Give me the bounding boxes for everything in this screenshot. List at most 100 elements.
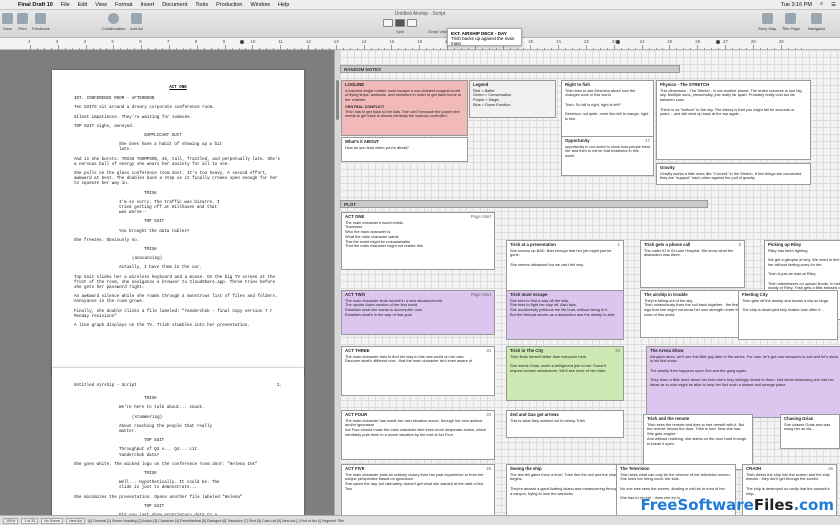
- index-card-act5[interactable]: ACT FIVE 45 The main character pulls an un…: [341, 464, 495, 515]
- menu-tools[interactable]: Tools: [191, 2, 212, 8]
- menu-list-icon[interactable]: ☰: [827, 2, 840, 8]
- dialogue[interactable]: You brought the data tables?: [119, 230, 227, 235]
- index-card-phonecall[interactable]: Trish gets a phone call 5 The caller ID is…: [640, 240, 745, 288]
- card-title-row: Opportunity 17: [565, 138, 650, 144]
- section-plot[interactable]: PLOT: [340, 200, 708, 208]
- index-card-act1[interactable]: ACT ONE Page Start The main character's wo…: [341, 212, 495, 270]
- index-card-arena[interactable]: The Arena Show Alingtion aires, we'll see…: [646, 346, 840, 418]
- index-card-logline[interactable]: LOGLINE A frazzled single mother must esc…: [341, 80, 468, 136]
- character-name[interactable]: TRISH: [144, 248, 282, 253]
- index-card-whatis[interactable]: What's it ABOUT How do you lead when you'…: [341, 137, 468, 162]
- index-card-gravity[interactable]: Gravity Gravity works a little more like …: [656, 163, 811, 185]
- character-name[interactable]: TOP SUIT: [144, 220, 282, 225]
- script-pane[interactable]: ACT ONE INT. CONFERENCE ROOM - AFTERNOON…: [0, 50, 334, 515]
- character-name[interactable]: TOP SUIT: [144, 439, 282, 444]
- index-card-opportunity[interactable]: Opportunity 17 opportunity in our world to…: [561, 136, 654, 176]
- beat-board[interactable]: RANDOM NOTES PLOT LOGLINE A frazzled sing…: [340, 50, 840, 515]
- zoom-level[interactable]: 100%: [3, 517, 19, 524]
- index-card-physics[interactable]: Physics - The STRETCH This dimension - Th…: [656, 80, 811, 160]
- split-vertical-icon[interactable]: [407, 19, 417, 27]
- title-page-button[interactable]: Title Page: [782, 13, 800, 31]
- menu-file[interactable]: File: [57, 2, 74, 8]
- parenthetical[interactable]: (stammering): [132, 416, 282, 421]
- action-line[interactable]: She freezes. Obviously no.: [74, 239, 282, 244]
- menu-format[interactable]: Format: [111, 2, 136, 8]
- element-indicator[interactable]: New Act: [66, 517, 86, 524]
- menu-window[interactable]: Window: [246, 2, 274, 8]
- card-title-row: The Arena Show: [650, 348, 840, 354]
- index-card-act4[interactable]: ACT FOUR 34 The main character has made he…: [341, 410, 495, 460]
- character-name[interactable]: TRISH: [144, 192, 282, 197]
- character-name[interactable]: TRISH: [144, 397, 282, 402]
- character-name[interactable]: TRISH: [144, 472, 282, 477]
- index-card-fleetingcity[interactable]: Fleeting City Trish gets off the airship …: [738, 290, 838, 340]
- ruler-number: 20: [528, 39, 534, 44]
- story-map-button[interactable]: Story Map: [758, 13, 776, 31]
- menu-help[interactable]: Help: [274, 2, 293, 8]
- index-card-legend[interactable]: Legend Red = Battle Green = Conversation …: [469, 80, 556, 118]
- menu-document[interactable]: Document: [158, 2, 191, 8]
- ruler-marker-left[interactable]: [240, 40, 244, 44]
- section-random-notes[interactable]: RANDOM NOTES: [340, 65, 680, 73]
- dialogue[interactable]: She does have a habit of showing up a bi…: [119, 143, 227, 153]
- character-name[interactable]: TOP SUIT: [144, 505, 282, 510]
- index-card-mustescape[interactable]: Trish must escape She tries to find a way…: [506, 290, 624, 340]
- action-line[interactable]: She goes white. The wicked logo on the c…: [74, 463, 282, 468]
- feedback-button[interactable]: Feedback: [32, 13, 50, 31]
- navigator-button[interactable]: Navigator: [808, 13, 825, 31]
- character-name[interactable]: SUPPLICANT SUIT: [144, 134, 282, 139]
- index-card-trishremote[interactable]: Trish and the remote Trish sees the remot…: [643, 414, 753, 470]
- dialogue[interactable]: Actually, I have them in the car.: [119, 266, 227, 271]
- action-line[interactable]: Silent impatience. They're waiting for s…: [74, 116, 282, 121]
- script-page-1[interactable]: ACT ONE INT. CONFERENCE ROOM - AFTERNOON…: [52, 70, 304, 375]
- action-line[interactable]: Finally, she double clicks a file labele…: [74, 310, 282, 320]
- ruler-number: 15: [389, 39, 395, 44]
- action-line[interactable]: She pulls on the glass conference room d…: [74, 172, 282, 188]
- add-alt-button[interactable]: Add Alt: [130, 13, 143, 31]
- split-view-toggle[interactable]: [383, 19, 417, 27]
- dialogue[interactable]: About reaching the people that really ma…: [119, 425, 227, 435]
- card-title-row: Chasing Grias: [784, 416, 836, 422]
- menu-app-name[interactable]: Final Draft 10: [14, 2, 57, 8]
- script-page-2[interactable]: Untitled Airship - Script 2. TRISH We're …: [52, 368, 304, 515]
- index-card-chasinggrias[interactable]: Chasing Grias She chases Grias and was us…: [780, 414, 840, 449]
- action-line[interactable]: Top Suit slides her a wireless keyboard …: [74, 276, 282, 292]
- action-line[interactable]: Ten SUITS sit around a dreary corporate …: [74, 106, 282, 111]
- dialogue[interactable]: Well... Hypothetically. It could be. The…: [119, 481, 227, 491]
- action-line[interactable]: A line graph displays on the TV. Trish s…: [74, 324, 282, 329]
- index-card-act3[interactable]: ACT THREE 34 The main character tries to f…: [341, 346, 495, 396]
- dialogue[interactable]: Throughput of Q3 v... Q4... Lit. Yanderc…: [119, 448, 227, 458]
- collaboration-button[interactable]: Collaboration: [102, 13, 126, 31]
- scroll-thumb[interactable]: [336, 80, 339, 120]
- search-icon[interactable]: ⌕: [816, 1, 827, 8]
- act-heading: ACT ONE: [169, 86, 187, 90]
- ruler-number: 11: [278, 39, 283, 44]
- action-line[interactable]: And in she bursts. TRISH THOMPSON, 45, t…: [74, 158, 282, 168]
- parenthetical[interactable]: (announcing): [132, 257, 282, 262]
- dialogue[interactable]: I'm so sorry. The traffic was bizarre. I…: [119, 201, 227, 217]
- dialogue[interactable]: We're here to talk about... snack.: [119, 406, 227, 411]
- menu-insert[interactable]: Insert: [136, 2, 158, 8]
- split-horizontal-icon[interactable]: [395, 19, 405, 27]
- ruler-marker-right[interactable]: [616, 40, 620, 44]
- card-body: Trish has to get back to her kids. She c…: [345, 108, 460, 119]
- index-card-zedgas[interactable]: Zed and Gas get arrows This is what they …: [506, 410, 624, 438]
- split-single-icon[interactable]: [383, 19, 393, 27]
- menu-view[interactable]: View: [91, 2, 111, 8]
- index-card-act2[interactable]: ACT TWO Page Start The main character find…: [341, 290, 495, 335]
- index-card-tcity[interactable]: Trish in The City 34 Trish finds herself b…: [506, 346, 624, 401]
- save-button[interactable]: Save: [2, 13, 13, 31]
- action-line[interactable]: An awkward silence while she roams throu…: [74, 295, 282, 305]
- index-card-airshipsun[interactable]: The airship in trouble They're falling ou…: [640, 290, 745, 338]
- print-button[interactable]: Print: [17, 13, 28, 31]
- menu-production[interactable]: Production: [212, 2, 246, 8]
- action-line[interactable]: TOP SUIT sighs, annoyed.: [74, 125, 282, 130]
- scene-heading[interactable]: INT. CONFERENCE ROOM - AFTERNOON: [74, 97, 282, 102]
- ruler-marker-end[interactable]: [716, 40, 720, 44]
- split-label: Split: [396, 29, 404, 34]
- ruler[interactable]: 2345678910111213141516171819202122232425…: [0, 38, 840, 50]
- card-title-row: Physics - The STRETCH: [660, 82, 807, 88]
- action-line[interactable]: She minimizes the presentation. Opens an…: [74, 496, 282, 501]
- menu-edit[interactable]: Edit: [74, 2, 91, 8]
- index-card-seeship[interactable]: Seeing the ship45The few fell gains them…: [506, 464, 624, 515]
